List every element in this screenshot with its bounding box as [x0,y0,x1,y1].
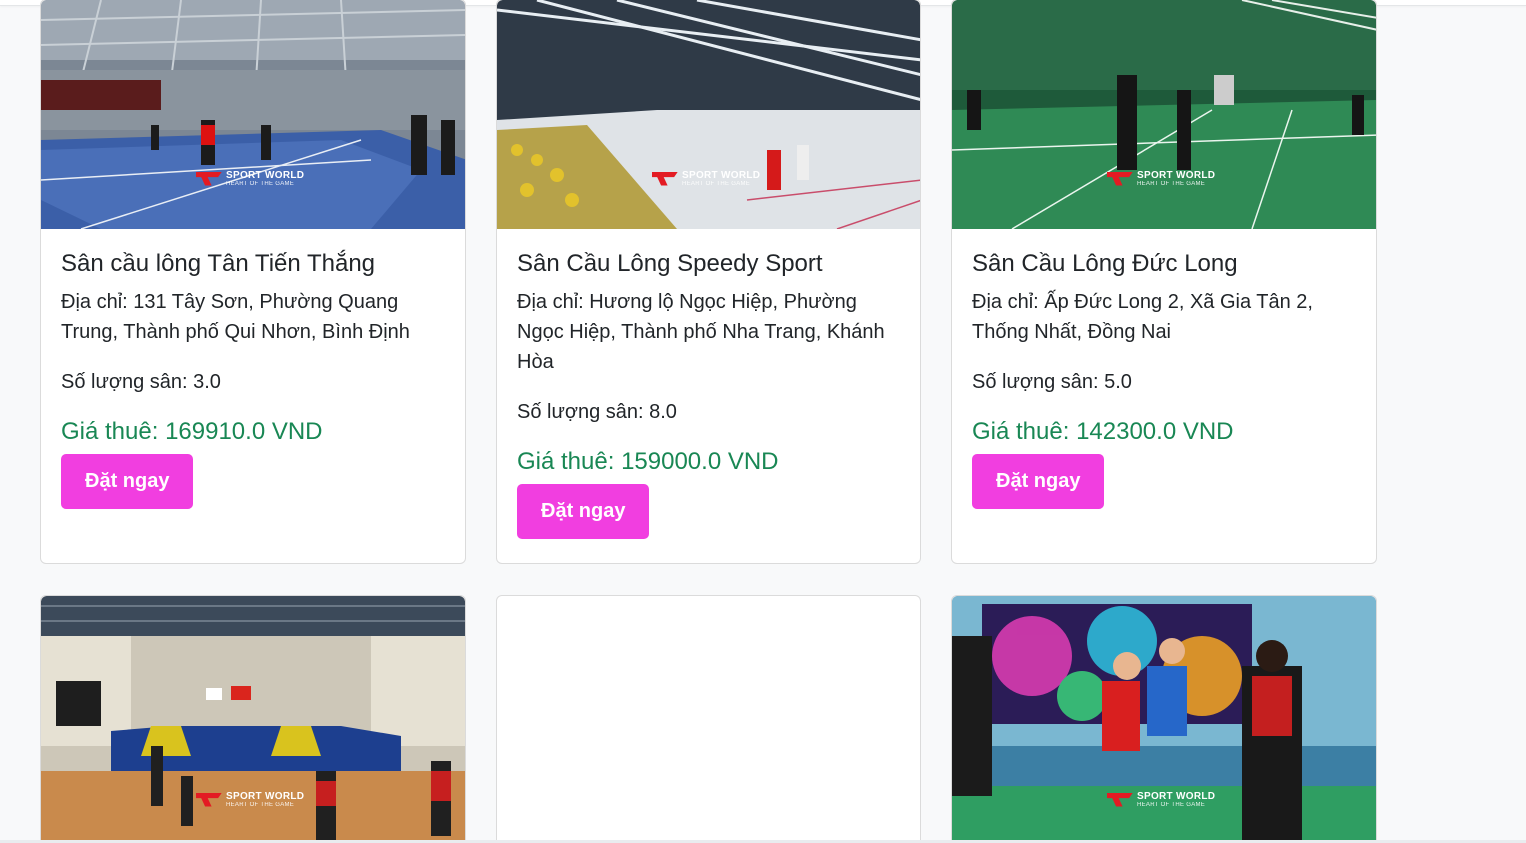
court-card: SPORT WORLD HEART OF THE GAME Sân Cầu Lôn… [951,0,1377,564]
court-name: Sân Cầu Lông Speedy Sport [517,250,823,277]
court-grid: SPORT WORLD HEART OF THE GAME Sân cầu lôn… [40,0,1377,843]
court-image[interactable]: SPORT WORLD HEART OF THE GAME [952,596,1376,843]
court-quantity: Số lượng sân: 3.0 [61,371,221,393]
court-quantity: Số lượng sân: 5.0 [972,371,1132,393]
court-card: SPORT WORLD HEART OF THE GAME Sân Cầu Lôn… [496,0,921,564]
court-price: Giá thuê: 159000.0 VND [517,448,779,475]
court-image[interactable]: SPORT WORLD HEART OF THE GAME [41,596,465,843]
card-body: Sân Cầu Lông Đức Long Địa chỉ: Ấp Đức Lo… [952,229,1376,529]
court-card: SPORT WORLD HEART OF THE GAME Sân cầu lôn… [40,0,466,564]
card-body: Sân Cầu Lông Speedy Sport Địa chỉ: Hương… [497,229,920,559]
court-image-placeholder [497,596,920,843]
court-card [496,595,921,843]
court-address: Địa chỉ: Hương lộ Ngọc Hiệp, Phường Ngọc… [517,291,885,373]
court-name: Sân cầu lông Tân Tiến Thắng [61,250,376,277]
court-price: Giá thuê: 142300.0 VND [972,418,1234,445]
sport-world-logo: SPORT WORLD HEART OF THE GAME [652,170,760,187]
sport-world-logo: SPORT WORLD HEART OF THE GAME [196,170,304,187]
sport-world-logo: SPORT WORLD HEART OF THE GAME [1107,170,1215,187]
court-quantity: Số lượng sân: 8.0 [517,401,677,423]
court-card: SPORT WORLD HEART OF THE GAME [40,595,466,843]
court-image[interactable]: SPORT WORLD HEART OF THE GAME [41,0,465,229]
book-now-button[interactable]: Đặt ngay [517,484,650,539]
sport-world-logo: SPORT WORLD HEART OF THE GAME [196,791,304,808]
book-now-button[interactable]: Đặt ngay [972,454,1105,509]
court-card: SPORT WORLD HEART OF THE GAME [951,595,1377,843]
court-name: Sân Cầu Lông Đức Long [972,250,1238,277]
book-now-button[interactable]: Đặt ngay [61,454,194,509]
card-body: Sân cầu lông Tân Tiến Thắng Địa chỉ: 131… [41,229,465,529]
court-image[interactable]: SPORT WORLD HEART OF THE GAME [497,0,920,229]
court-image[interactable]: SPORT WORLD HEART OF THE GAME [952,0,1376,229]
court-address: Địa chỉ: 131 Tây Sơn, Phường Quang Trung… [61,291,410,343]
court-price: Giá thuê: 169910.0 VND [61,418,323,445]
sport-world-logo: SPORT WORLD HEART OF THE GAME [1107,791,1215,808]
court-address: Địa chỉ: Ấp Đức Long 2, Xã Gia Tân 2, Th… [972,291,1313,343]
